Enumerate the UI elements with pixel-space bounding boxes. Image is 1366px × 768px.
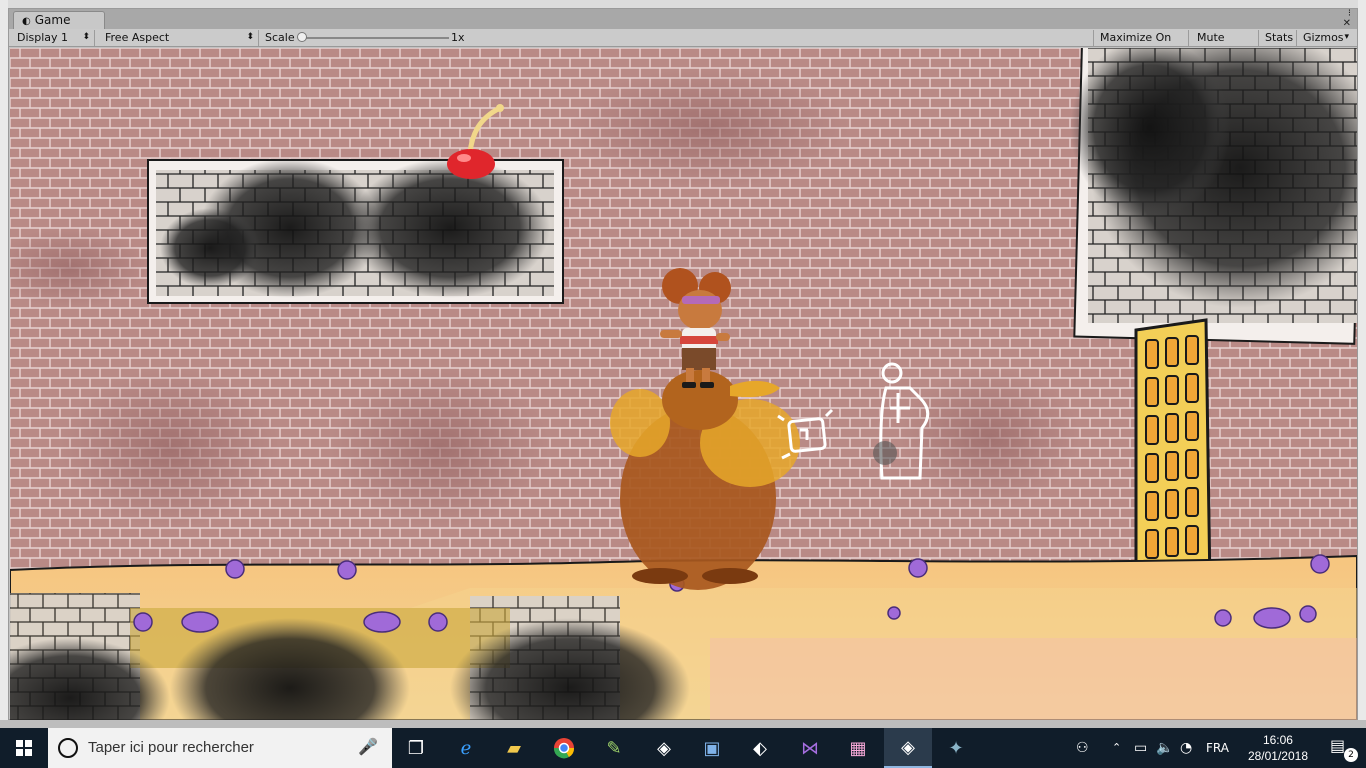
visual-studio-icon[interactable]: ⋈ — [786, 728, 834, 768]
inkscape-icon[interactable]: ⬖ — [736, 728, 784, 768]
chevron-up-icon[interactable]: ⌃ — [1112, 741, 1121, 754]
notepad-icon[interactable]: ✎ — [590, 728, 638, 768]
paint-icon[interactable]: ▦ — [834, 728, 882, 768]
stone-window — [147, 158, 564, 304]
notification-badge: 2 — [1344, 748, 1358, 762]
battery-icon[interactable]: ▭ — [1134, 740, 1147, 756]
unity-icon[interactable]: ◈ — [884, 728, 932, 768]
unity-icon[interactable]: ◈ — [640, 728, 688, 768]
stats-label: Stats — [1265, 31, 1294, 44]
scale-slider-track[interactable] — [299, 37, 449, 39]
dropdown-arrow-icon: ⬍ — [246, 32, 254, 42]
microphone-icon[interactable]: 🎤 — [358, 737, 378, 757]
task-view-icon[interactable]: ❐ — [392, 728, 440, 768]
scale-label: Scale — [265, 31, 295, 44]
dropdown-arrow-icon: ⬍ — [82, 32, 90, 42]
clock-date: 28/01/2018 — [1247, 749, 1308, 763]
close-icon[interactable]: ✕ — [1343, 19, 1351, 29]
game-window: ◐ Game ⁝ ✕ Display 1 ⬍ Free Aspect ⬍ Scal… — [8, 8, 1358, 720]
game-toolbar: Display 1 ⬍ Free Aspect ⬍ Scale 1x Maxim… — [9, 29, 1357, 59]
golden-door — [1134, 318, 1212, 590]
tab-game[interactable]: ◐ Game — [13, 11, 105, 29]
tab-bar: ◐ Game ⁝ ✕ — [9, 9, 1357, 29]
aspect-dropdown-label: Free Aspect — [105, 31, 170, 44]
cortana-icon — [58, 738, 78, 758]
search-box[interactable]: Taper ici pour rechercher 🎤 — [48, 728, 392, 768]
gizmos-label: Gizmos — [1303, 31, 1344, 44]
file-explorer-icon[interactable]: ▰ — [490, 728, 538, 768]
people-icon[interactable]: ⚇ — [1076, 740, 1089, 756]
wifi-icon[interactable]: ◔ — [1180, 740, 1192, 756]
game-viewport[interactable] — [10, 48, 1357, 720]
clock[interactable]: 16:06 28/01/2018 — [1248, 732, 1308, 764]
unity-logo-icon: ◐ — [22, 16, 31, 27]
chrome-icon[interactable] — [540, 728, 588, 768]
app-window-icon[interactable]: ▣ — [688, 728, 736, 768]
windows-logo-icon — [16, 740, 32, 756]
turtle-icon[interactable]: ✦ — [932, 728, 980, 768]
stats-toggle[interactable]: Stats — [1259, 30, 1297, 46]
display-dropdown-label: Display 1 — [17, 31, 69, 44]
scale-value: 1x — [451, 31, 465, 44]
clock-time: 16:06 — [1262, 733, 1293, 747]
aspect-dropdown[interactable]: Free Aspect ⬍ — [99, 30, 259, 46]
scale-slider-thumb[interactable] — [297, 32, 307, 42]
editor-status-strip — [0, 720, 1366, 728]
stone-tower-window — [1070, 48, 1357, 345]
language-indicator[interactable]: FRA — [1206, 741, 1229, 755]
maximize-on-play-toggle[interactable]: Maximize On Play — [1093, 30, 1189, 59]
system-tray: ⚇ ⌃ ▭ 🔈 ◔ FRA 16:06 28/01/2018 ▤ 2 — [1056, 728, 1366, 768]
search-placeholder: Taper ici pour rechercher — [88, 739, 254, 756]
window-controls: ⁝ ✕ — [1343, 9, 1351, 29]
game-scene — [10, 48, 1357, 720]
volume-icon[interactable]: 🔈 — [1156, 740, 1173, 756]
start-button[interactable] — [0, 728, 48, 768]
edge-icon[interactable]: ℯ — [442, 728, 490, 768]
editor-left-edge — [0, 0, 8, 720]
display-dropdown[interactable]: Display 1 ⬍ — [11, 30, 95, 46]
dropdown-arrow-icon: ▾ — [1344, 32, 1349, 42]
notification-center-icon[interactable]: ▤ 2 — [1330, 736, 1358, 762]
tab-game-label: Game — [34, 13, 71, 27]
mute-audio-toggle[interactable]: Mute Audio — [1191, 30, 1259, 59]
editor-right-edge — [1358, 0, 1366, 720]
gizmos-dropdown[interactable]: Gizmos ▾ — [1297, 30, 1353, 46]
windows-taskbar: Taper ici pour rechercher 🎤 ❐ ℯ ▰ ✎ ◈ ▣ … — [0, 728, 1366, 768]
